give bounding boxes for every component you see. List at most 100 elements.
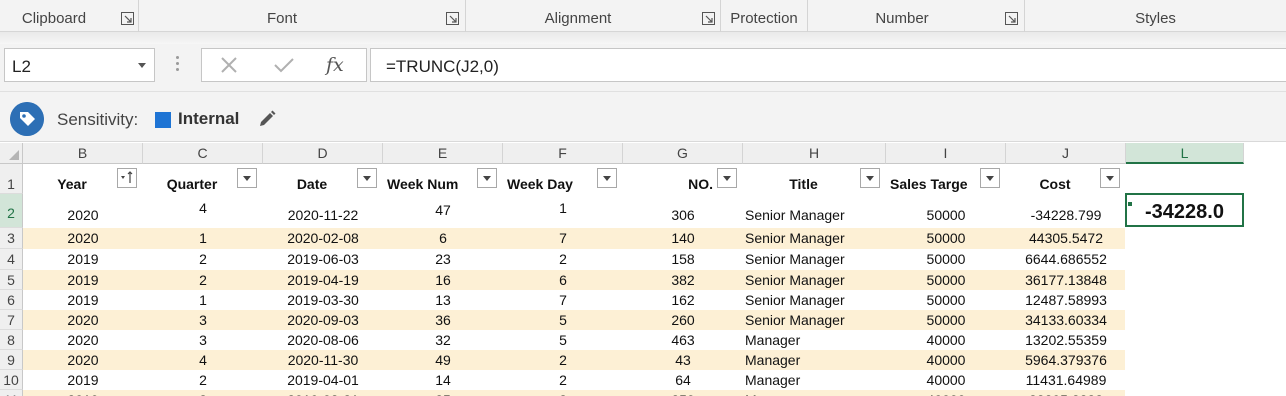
row-header[interactable]: 6 xyxy=(0,290,23,310)
table-cell[interactable]: Senior Manager xyxy=(743,312,886,328)
formula-input[interactable]: =TRUNC(J2,0) xyxy=(370,48,1286,82)
fill-handle[interactable] xyxy=(1127,201,1133,207)
column-header-h[interactable]: H xyxy=(743,143,886,164)
table-cell[interactable]: 50000 xyxy=(886,312,1006,328)
table-cell[interactable]: 2020 xyxy=(23,352,143,368)
table-cell[interactable]: 260 xyxy=(623,312,743,328)
table-cell[interactable]: 23 xyxy=(383,251,503,267)
name-box[interactable]: L2 xyxy=(4,48,155,82)
table-cell[interactable]: 2020-11-30 xyxy=(263,352,383,368)
table-cell[interactable]: 50000 xyxy=(886,292,1006,308)
column-header-e[interactable]: E xyxy=(383,143,503,164)
column-header-j[interactable]: J xyxy=(1006,143,1126,164)
table-cell[interactable]: Manager xyxy=(743,332,886,348)
table-cell[interactable]: 2020 xyxy=(23,207,143,223)
table-cell[interactable]: 463 xyxy=(623,332,743,348)
table-cell[interactable]: 13202.55359 xyxy=(1006,332,1126,348)
table-cell[interactable]: 43 xyxy=(623,352,743,368)
row-header[interactable]: 4 xyxy=(0,249,23,270)
sort-filter-button[interactable] xyxy=(117,168,137,188)
table-cell[interactable]: 2 xyxy=(503,392,623,396)
table-cell[interactable]: Manager xyxy=(743,392,886,396)
row-header[interactable]: 5 xyxy=(0,270,23,290)
table-cell[interactable]: Manager xyxy=(743,352,886,368)
table-cell[interactable]: 36 xyxy=(383,312,503,328)
filter-button[interactable] xyxy=(717,168,737,188)
select-all-button[interactable] xyxy=(0,143,23,164)
table-cell[interactable]: 16 xyxy=(383,272,503,288)
table-cell[interactable]: 13 xyxy=(383,292,503,308)
table-cell[interactable]: 2019 xyxy=(23,392,143,396)
table-cell[interactable]: 40000 xyxy=(886,392,1006,396)
table-cell[interactable]: 2 xyxy=(143,392,263,396)
table-cell[interactable]: 6644.686552 xyxy=(1006,251,1126,267)
table-cell[interactable]: 40000 xyxy=(886,352,1006,368)
active-cell[interactable]: -34228.0 xyxy=(1125,193,1244,227)
table-cell[interactable]: 3 xyxy=(143,312,263,328)
table-cell[interactable]: 2 xyxy=(503,372,623,388)
table-cell[interactable]: 5 xyxy=(503,332,623,348)
filter-button[interactable] xyxy=(477,168,497,188)
table-cell[interactable]: 2019-04-19 xyxy=(263,272,383,288)
dialog-launcher-icon[interactable] xyxy=(446,12,459,25)
row-header[interactable]: 7 xyxy=(0,310,23,330)
table-cell[interactable]: 250 xyxy=(623,392,743,396)
sensitivity-tag-icon[interactable] xyxy=(10,102,44,136)
table-cell[interactable]: 2 xyxy=(503,251,623,267)
table-cell[interactable]: 2 xyxy=(143,251,263,267)
row-header[interactable]: 1 xyxy=(0,164,23,194)
table-cell[interactable]: Senior Manager xyxy=(743,230,886,246)
table-cell[interactable]: 140 xyxy=(623,230,743,246)
table-cell[interactable]: 40000 xyxy=(886,332,1006,348)
table-cell[interactable]: 2 xyxy=(143,272,263,288)
table-cell[interactable]: 2019-03-21 xyxy=(263,392,383,396)
table-cell[interactable]: 22295.2288 xyxy=(1006,392,1126,396)
close-icon[interactable] xyxy=(209,49,249,81)
table-cell[interactable]: 2020-08-06 xyxy=(263,332,383,348)
row-header[interactable]: 3 xyxy=(0,228,23,249)
drag-handle-icon[interactable] xyxy=(176,56,180,74)
table-cell[interactable]: 44305.5472 xyxy=(1006,230,1126,246)
table-cell[interactable]: Senior Manager xyxy=(743,292,886,308)
table-cell[interactable]: 2019-06-03 xyxy=(263,251,383,267)
table-cell[interactable]: 5964.379376 xyxy=(1006,352,1126,368)
chevron-down-icon[interactable] xyxy=(138,63,146,68)
table-cell[interactable]: 36177.13848 xyxy=(1006,272,1126,288)
filter-button[interactable] xyxy=(980,168,1000,188)
table-cell[interactable]: 2020-11-22 xyxy=(263,207,383,223)
table-cell[interactable]: 158 xyxy=(623,251,743,267)
table-cell[interactable]: 14 xyxy=(383,372,503,388)
table-cell[interactable]: 382 xyxy=(623,272,743,288)
table-cell[interactable]: -34228.799 xyxy=(1006,207,1126,223)
table-cell[interactable]: 4 xyxy=(143,352,263,368)
pencil-icon[interactable] xyxy=(257,109,277,129)
table-cell[interactable]: 4 xyxy=(143,200,263,216)
table-cell[interactable]: Senior Manager xyxy=(743,207,886,223)
table-cell[interactable]: 1 xyxy=(143,230,263,246)
table-cell[interactable]: 1 xyxy=(143,292,263,308)
table-cell[interactable]: 32 xyxy=(383,332,503,348)
check-icon[interactable] xyxy=(264,49,304,81)
table-cell[interactable]: 2020 xyxy=(23,312,143,328)
table-cell[interactable]: 2019 xyxy=(23,372,143,388)
table-cell[interactable]: 162 xyxy=(623,292,743,308)
table-cell[interactable]: 50000 xyxy=(886,272,1006,288)
sensitivity-value[interactable]: Internal xyxy=(178,109,239,129)
table-cell[interactable]: 6 xyxy=(383,230,503,246)
table-cell[interactable]: 34133.60334 xyxy=(1006,312,1126,328)
spreadsheet-grid[interactable]: B C D E F G H I J L 1 Year Quarter Date Week Num Week D… xyxy=(0,143,1286,396)
table-cell[interactable]: 2020 xyxy=(23,332,143,348)
table-cell[interactable]: Manager xyxy=(743,372,886,388)
insert-function-button[interactable]: fx xyxy=(326,54,344,76)
row-header[interactable]: 8 xyxy=(0,330,23,350)
table-cell[interactable]: 2020 xyxy=(23,230,143,246)
table-cell[interactable]: 50000 xyxy=(886,230,1006,246)
row-header[interactable]: 2 xyxy=(0,194,23,228)
table-cell[interactable]: 2020-09-03 xyxy=(263,312,383,328)
row-header[interactable]: 9 xyxy=(0,350,23,370)
filter-button[interactable] xyxy=(357,168,377,188)
table-cell[interactable]: 2 xyxy=(143,372,263,388)
filter-button[interactable] xyxy=(237,168,257,188)
table-cell[interactable]: 50000 xyxy=(886,207,1006,223)
table-cell[interactable]: 50000 xyxy=(886,251,1006,267)
